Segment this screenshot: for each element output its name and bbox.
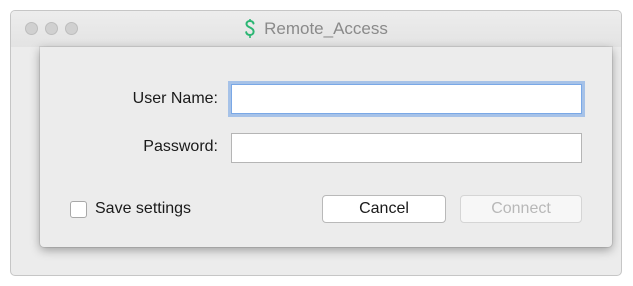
login-sheet: User Name: Password: Save settings Cance… xyxy=(40,47,612,247)
app-logo-icon xyxy=(245,19,255,38)
password-label: Password: xyxy=(143,138,218,155)
save-settings-checkbox[interactable] xyxy=(70,201,87,218)
save-settings-label[interactable]: Save settings xyxy=(95,200,191,218)
app-window: Remote_Access User Name: Password: Save … xyxy=(10,10,622,276)
title-group: Remote_Access xyxy=(11,11,621,47)
cancel-button[interactable]: Cancel xyxy=(322,195,446,223)
username-label: User Name: xyxy=(132,90,218,107)
username-input[interactable] xyxy=(231,84,582,114)
password-input[interactable] xyxy=(231,133,582,163)
title-bar[interactable]: Remote_Access xyxy=(11,11,621,47)
window-title: Remote_Access xyxy=(264,19,388,38)
connect-button[interactable]: Connect xyxy=(460,195,582,223)
